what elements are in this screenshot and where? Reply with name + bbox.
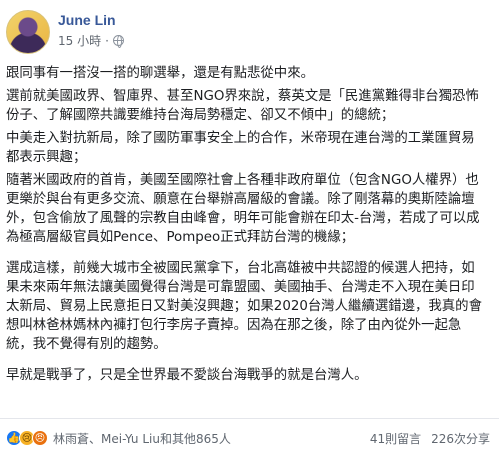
comments-count[interactable]: 41則留言 <box>370 430 421 447</box>
post-text: 跟同事有一搭沒一搭的聊選舉，還是有點悲從中來。 選前就美國政界、智庫界、甚至NG… <box>6 64 484 389</box>
post-paragraph: 選成這樣，前幾大城市全被國民黨拿下，台北高雄被中共認證的候選人把持，如果未來兩年… <box>6 261 482 352</box>
author-avatar[interactable] <box>6 10 50 54</box>
post-paragraph: 早就是戰爭了，只是全世界最不愛談台海戰爭的就是台灣人。 <box>6 368 368 383</box>
post-header: June Lin 15 小時 · <box>6 6 486 58</box>
post-meta: 15 小時 · <box>58 32 124 49</box>
post-paragraph: 跟同事有一搭沒一搭的聊選舉，還是有點悲從中來。 <box>6 66 314 81</box>
shares-count[interactable]: 226次分享 <box>431 430 490 447</box>
engagement-counts: 41則留言 226次分享 <box>370 430 490 447</box>
post-paragraph: 選前就美國政界、智庫界、甚至NGO界來說，蔡英文是「民進黨難得非台獨恐怖份子、了… <box>6 89 479 123</box>
post-time[interactable]: 15 小時 <box>58 32 101 49</box>
facebook-post: June Lin 15 小時 · 跟同事有一搭沒一搭的聊選舉，還是有點悲從中來。… <box>0 0 499 464</box>
post-paragraph: 隨著米國政府的首肯，美國至國際社會上各種非政府單位（包含NGO人權界）也更樂於與… <box>6 173 480 245</box>
globe-icon[interactable] <box>112 35 124 48</box>
meta-separator: · <box>105 33 109 48</box>
post-footer: 👍 😢 😠 林雨蒼、Mei-Yu Liu和其他865人 41則留言 226次分享 <box>6 426 490 450</box>
divider <box>0 418 499 419</box>
reactions-summary[interactable]: 林雨蒼、Mei-Yu Liu和其他865人 <box>53 430 231 447</box>
post-paragraph: 中美走入對抗新局，除了國防軍事安全上的合作，米帝現在連台灣的工業匯貿易都表示興趣… <box>6 131 475 165</box>
author-name[interactable]: June Lin <box>58 12 116 28</box>
reaction-icons[interactable]: 👍 😢 😠 <box>6 430 48 446</box>
angry-icon: 😠 <box>32 430 48 446</box>
